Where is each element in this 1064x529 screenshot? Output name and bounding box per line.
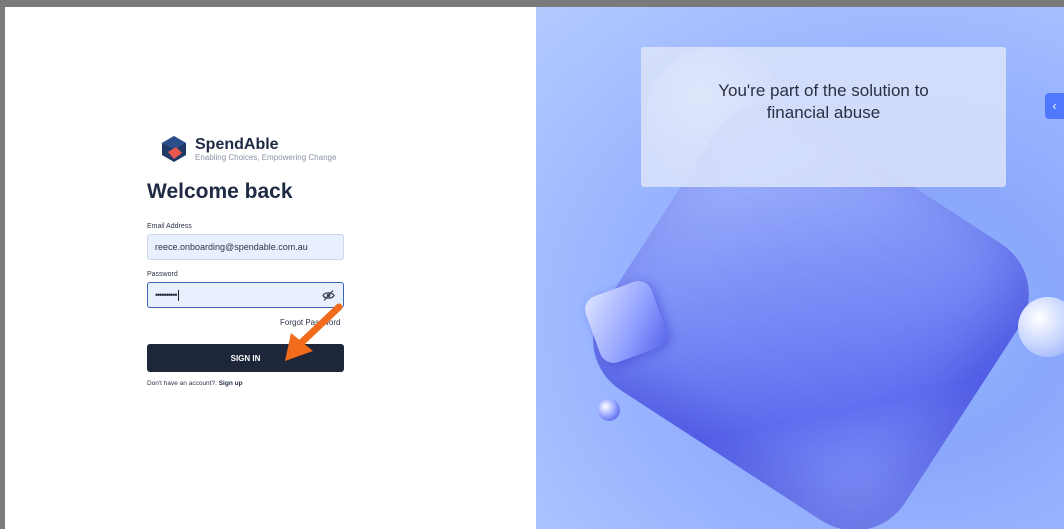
hero-quote: You're part of the solution to financial…: [718, 81, 929, 122]
collapse-button[interactable]: ‹: [1045, 93, 1064, 119]
sign-up-link[interactable]: Sign up: [219, 380, 243, 387]
signup-prompt-text: Don't have an account?.: [147, 380, 217, 387]
email-label: Email Address: [147, 223, 192, 230]
email-value: reece.onboarding@spendable.com.au: [155, 242, 308, 252]
brand-logo: SpendAble Enabling Choices, Empowering C…: [160, 135, 336, 163]
chevron-left-icon: ‹: [1052, 99, 1057, 113]
decorative-small-sphere: [598, 399, 620, 421]
password-label: Password: [147, 271, 178, 278]
quote-card: You're part of the solution to financial…: [641, 47, 1006, 187]
login-panel: SpendAble Enabling Choices, Empowering C…: [5, 7, 536, 529]
brand-tagline: Enabling Choices, Empowering Change: [195, 152, 337, 162]
decorative-large-sphere: [1018, 297, 1064, 357]
text-caret: [177, 289, 179, 301]
app-window: SpendAble Enabling Choices, Empowering C…: [5, 7, 1064, 529]
brand-name: SpendAble: [195, 135, 279, 153]
hero-panel: You're part of the solution to financial…: [536, 7, 1064, 529]
annotation-arrow-icon: [285, 303, 343, 361]
spendable-logo-icon: [160, 135, 188, 163]
password-value: ••••••••••: [155, 290, 177, 300]
eye-off-icon[interactable]: [322, 289, 335, 302]
signup-prompt: Don't have an account?. Sign up: [147, 380, 243, 387]
page-title: Welcome back: [147, 180, 293, 203]
email-field[interactable]: reece.onboarding@spendable.com.au: [147, 234, 344, 260]
